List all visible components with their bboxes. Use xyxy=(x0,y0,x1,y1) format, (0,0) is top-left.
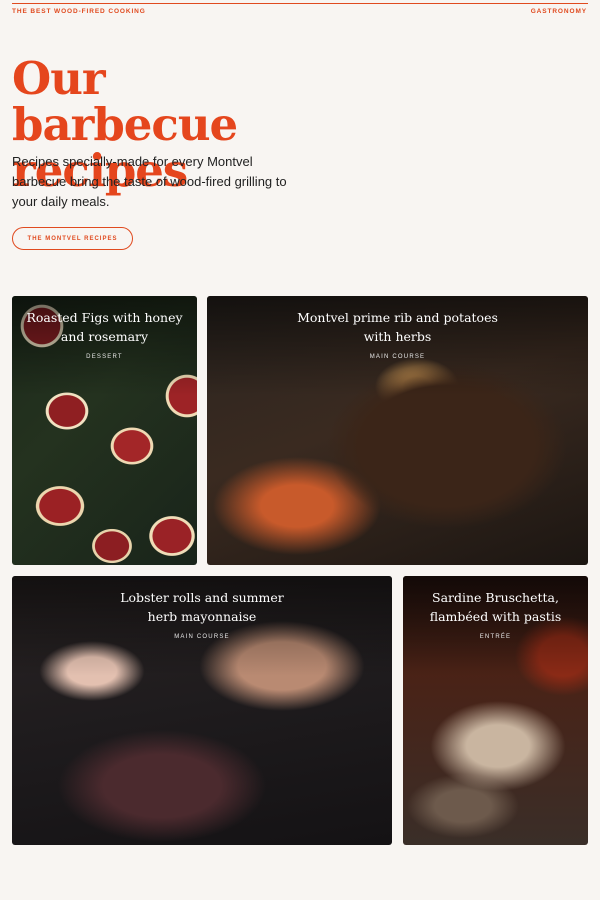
intro-text: Recipes specially-made for every Montvel… xyxy=(12,154,287,209)
recipe-title-text: Lobster rolls and summer herb mayonnaise xyxy=(120,590,284,624)
recipe-title-text: Roasted Figs with honey and rosemary xyxy=(26,310,183,344)
section-label[interactable]: GASTRONOMY xyxy=(531,8,587,15)
recipe-category: MAIN COURSE xyxy=(174,634,230,640)
recipe-card-lobster-rolls[interactable]: Lobster rolls and summer herb mayonnaise… xyxy=(12,576,392,845)
recipe-title: Sardine Bruschetta, flambéed with pastis… xyxy=(413,588,578,647)
recipe-card-sardine-bruschetta[interactable]: Sardine Bruschetta, flambéed with pastis… xyxy=(403,576,588,845)
recipe-category: MAIN COURSE xyxy=(369,354,426,360)
recipe-title: Lobster rolls and summer herb mayonnaise… xyxy=(107,588,297,647)
recipe-card-roasted-figs[interactable]: Roasted Figs with honey and rosemary DES… xyxy=(12,296,197,565)
top-divider xyxy=(12,3,588,4)
recipe-title: Roasted Figs with honey and rosemary DES… xyxy=(22,308,187,367)
recipe-title-text: Sardine Bruschetta, flambéed with pastis xyxy=(429,590,562,624)
recipe-card-prime-rib[interactable]: Montvel prime rib and potatoes with herb… xyxy=(207,296,588,565)
top-bar: THE BEST WOOD-FIRED COOKING GASTRONOMY xyxy=(0,0,600,24)
recipe-category: ENTRÉE xyxy=(479,634,512,640)
montvel-recipes-button[interactable]: THE MONTVEL RECIPES xyxy=(12,227,133,250)
recipe-category: DESSERT xyxy=(86,354,123,360)
tagline: THE BEST WOOD-FIRED COOKING xyxy=(12,8,146,15)
recipe-title-text: Montvel prime rib and potatoes with herb… xyxy=(297,310,498,344)
recipe-title: Montvel prime rib and potatoes with herb… xyxy=(297,308,498,367)
